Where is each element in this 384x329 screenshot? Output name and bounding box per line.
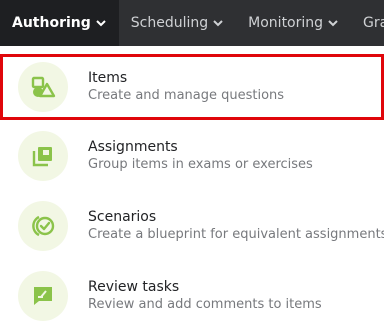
tab-monitoring[interactable]: Monitoring [236, 0, 351, 46]
menu-item-title: Review tasks [88, 279, 180, 295]
menu-item-description: Review and add comments to items [88, 297, 322, 312]
menu-item-review-tasks[interactable]: Review tasks Review and add comments to … [0, 263, 384, 329]
tab-authoring[interactable]: Authoring [0, 0, 119, 46]
menu-item-description: Create a blueprint for equivalent assign… [88, 227, 384, 242]
icon-badge [18, 131, 68, 181]
menu-item-scenarios[interactable]: Scenarios Create a blueprint for equival… [0, 193, 384, 259]
tab-label: Authoring [12, 15, 91, 31]
comment-icon [34, 287, 52, 305]
menu-item-title: Items [88, 70, 128, 86]
top-navigation-bar: Authoring Scheduling Monitoring Gra [0, 0, 384, 46]
tab-scheduling[interactable]: Scheduling [119, 0, 236, 46]
tab-grading[interactable]: Gra [351, 0, 384, 46]
circled-check-icon [32, 215, 55, 237]
icon-badge [18, 271, 68, 321]
shapes-icon [31, 76, 56, 98]
authoring-dropdown-menu: Items Create and manage questions Assign… [0, 46, 384, 328]
menu-item-description: Create and manage questions [88, 88, 285, 103]
menu-item-description: Group items in exams or exercises [88, 157, 313, 172]
menu-item-title: Scenarios [88, 209, 157, 225]
tab-label: Gra [363, 15, 384, 31]
icon-badge [18, 201, 68, 251]
icon-badge [18, 62, 68, 112]
tab-label: Scheduling [130, 15, 209, 31]
chevron-down-icon [96, 20, 106, 27]
stacked-pages-icon [32, 147, 52, 167]
tab-label: Monitoring [248, 15, 324, 31]
menu-item-assignments[interactable]: Assignments Group items in exams or exer… [0, 123, 384, 189]
menu-item-items[interactable]: Items Create and manage questions [0, 54, 384, 120]
chevron-down-icon [328, 20, 338, 27]
chevron-down-icon [213, 20, 223, 27]
menu-item-title: Assignments [88, 139, 178, 155]
